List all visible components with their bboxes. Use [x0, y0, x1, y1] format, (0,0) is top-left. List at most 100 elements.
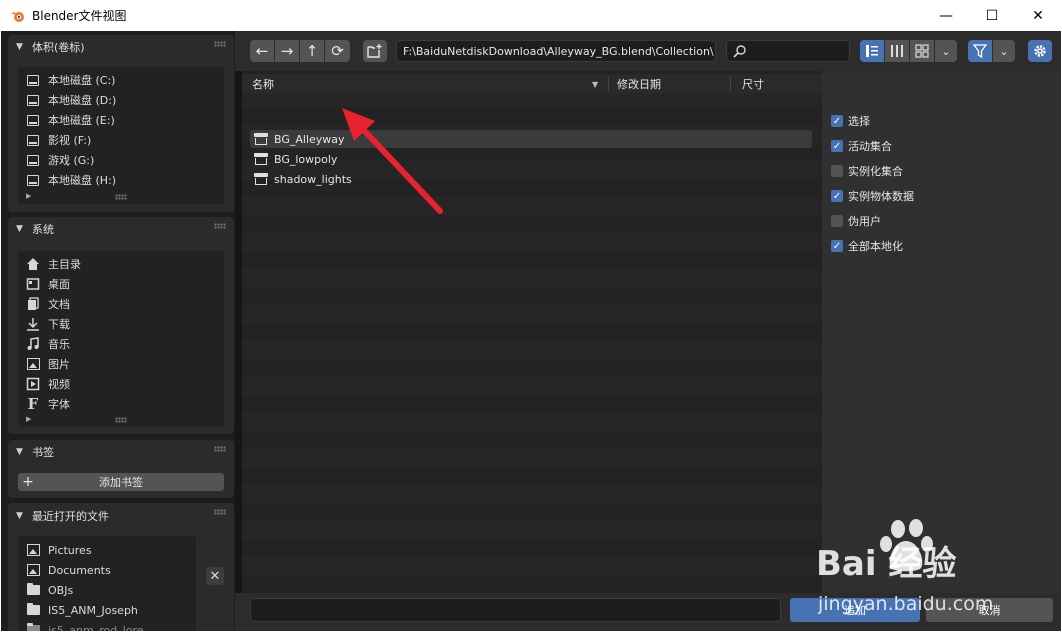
- checkbox-unchecked-icon[interactable]: [831, 215, 843, 227]
- sidebar-item-label: 字体: [48, 398, 70, 411]
- minimize-button[interactable]: —: [923, 0, 969, 31]
- option-instance-collections[interactable]: 实例化集合: [831, 162, 903, 180]
- list-resize-handle[interactable]: [115, 194, 127, 200]
- sidebar-item-desktop[interactable]: 桌面: [18, 274, 224, 294]
- column-name-header[interactable]: 名称: [252, 76, 274, 92]
- top-toolbar: ← → ↑ ⟳ F:\BaiduNetdiskDownload\Alleyway…: [235, 31, 1061, 71]
- recent-item-label: OBJs: [48, 583, 74, 597]
- settings-toggle-button[interactable]: [1028, 40, 1052, 62]
- system-panel-header[interactable]: ▼ 系统: [8, 217, 234, 241]
- sidebar-item-label: 影视 (F:): [48, 134, 92, 147]
- recent-item-label: is5_anm_rod_lore: [48, 623, 144, 632]
- system-panel-title: 系统: [32, 223, 54, 236]
- drag-grip-icon[interactable]: [214, 509, 226, 515]
- chevron-down-icon: ▼: [16, 511, 23, 521]
- sidebar-item-drive-f[interactable]: 影视 (F:): [18, 130, 224, 150]
- sidebar-item-label: 文档: [48, 298, 70, 311]
- horizontal-list-view-button[interactable]: [885, 40, 909, 62]
- sidebar-item-videos[interactable]: 视频: [18, 374, 224, 394]
- drag-grip-icon[interactable]: [214, 41, 226, 47]
- filter-funnel-icon: [973, 44, 987, 58]
- drag-grip-icon[interactable]: [214, 223, 226, 229]
- expand-list-icon[interactable]: ▶: [26, 192, 31, 200]
- sort-descending-icon[interactable]: ▼: [592, 80, 598, 89]
- clear-recent-button[interactable]: ✕: [206, 567, 224, 585]
- forward-button[interactable]: →: [275, 40, 299, 62]
- sidebar-item-label: 下载: [48, 318, 70, 331]
- maximize-button[interactable]: ☐: [969, 0, 1015, 31]
- recent-panel-header[interactable]: ▼ 最近打开的文件: [8, 503, 234, 529]
- sidebar-item-music[interactable]: 音乐: [18, 334, 224, 354]
- close-button[interactable]: ✕: [1015, 0, 1061, 31]
- display-settings-dropdown[interactable]: ⌄: [935, 40, 957, 62]
- option-active-collection[interactable]: ✓ 活动集合: [831, 137, 892, 155]
- checkbox-checked-icon[interactable]: ✓: [831, 190, 843, 202]
- recent-item-is5-anm-joseph[interactable]: IS5_ANM_Joseph: [18, 600, 196, 620]
- window-title: Blender文件视图: [32, 9, 127, 23]
- parent-directory-button[interactable]: ↑: [300, 40, 324, 62]
- sidebar-item-drive-g[interactable]: 游戏 (G:): [18, 150, 224, 170]
- sidebar-item-label: 本地磁盘 (E:): [48, 114, 115, 127]
- search-icon: [733, 45, 746, 58]
- drag-grip-icon[interactable]: [214, 446, 226, 452]
- option-label: 选择: [848, 115, 870, 128]
- recent-item-pictures[interactable]: Pictures: [18, 540, 196, 560]
- refresh-button[interactable]: ⟳: [325, 40, 350, 62]
- back-button[interactable]: ←: [250, 40, 274, 62]
- video-icon: [26, 377, 40, 391]
- bookmarks-panel: ▼ 书签 + 添加书签: [8, 440, 234, 498]
- folder-icon: [26, 603, 40, 617]
- gear-icon: [1034, 45, 1046, 57]
- bookmarks-panel-title: 书签: [32, 446, 54, 459]
- filter-settings-dropdown[interactable]: ⌄: [993, 40, 1015, 62]
- column-size-header[interactable]: 尺寸: [742, 76, 764, 92]
- option-label: 实例化集合: [848, 165, 903, 178]
- sidebar-item-downloads[interactable]: 下载: [18, 314, 224, 334]
- column-date-header[interactable]: 修改日期: [617, 76, 661, 92]
- recent-item-documents[interactable]: Documents: [18, 560, 196, 580]
- drive-icon: [26, 73, 40, 87]
- vertical-list-view-button[interactable]: [860, 40, 884, 62]
- expand-list-icon[interactable]: ▶: [26, 415, 31, 423]
- thumbnail-view-button[interactable]: [910, 40, 934, 62]
- arrow-left-icon: ←: [255, 42, 269, 60]
- sidebar-item-documents[interactable]: 文档: [18, 294, 224, 314]
- sidebar-item-fonts[interactable]: F 字体: [18, 394, 224, 414]
- filter-toggle-button[interactable]: [968, 40, 992, 62]
- directory-path-value: F:\BaiduNetdiskDownload\Alleyway_BG.blen…: [403, 44, 714, 58]
- file-row-bg-lowpoly[interactable]: BG_lowpoly: [250, 150, 812, 168]
- option-select[interactable]: ✓ 选择: [831, 112, 870, 130]
- list-resize-handle[interactable]: [115, 417, 127, 423]
- checkbox-checked-icon[interactable]: ✓: [831, 140, 843, 152]
- file-row-bg-alleyway[interactable]: BG_Alleyway: [250, 130, 812, 148]
- search-input[interactable]: [726, 40, 850, 62]
- option-instance-object-data[interactable]: ✓ 实例物体数据: [831, 187, 914, 205]
- sidebar-item-drive-h[interactable]: 本地磁盘 (H:): [18, 170, 224, 190]
- option-fake-user[interactable]: 伪用户: [831, 212, 881, 230]
- bookmarks-panel-header[interactable]: ▼ 书签: [8, 440, 234, 464]
- recent-item-is5-anm-rod-lore[interactable]: is5_anm_rod_lore: [18, 620, 196, 631]
- add-bookmark-button[interactable]: + 添加书签: [18, 473, 224, 491]
- file-row-shadow-lights[interactable]: shadow_lights: [250, 170, 812, 188]
- option-label: 活动集合: [848, 140, 892, 153]
- new-folder-button[interactable]: [363, 40, 387, 62]
- checkbox-checked-icon[interactable]: ✓: [831, 115, 843, 127]
- recent-list: Pictures Documents OBJs IS5_ANM_Joseph i…: [18, 536, 196, 631]
- recent-panel: ▼ 最近打开的文件 Pictures Documents OBJs IS5_AN…: [8, 503, 234, 631]
- recent-item-objs[interactable]: OBJs: [18, 580, 196, 600]
- sidebar-item-drive-e[interactable]: 本地磁盘 (E:): [18, 110, 224, 130]
- option-localize-all[interactable]: ✓ 全部本地化: [831, 237, 903, 255]
- sidebar-item-drive-d[interactable]: 本地磁盘 (D:): [18, 90, 224, 110]
- directory-path-input[interactable]: F:\BaiduNetdiskDownload\Alleyway_BG.blen…: [396, 40, 716, 62]
- system-panel: ▼ 系统 主目录 桌面 文档 下载 音乐 图片 视频 F 字体 ▶: [8, 217, 234, 434]
- checkbox-unchecked-icon[interactable]: [831, 165, 843, 177]
- file-browser: ▼ 体积(卷标) 本地磁盘 (C:) 本地磁盘 (D:) 本地磁盘 (E:) 影…: [1, 31, 1061, 631]
- sidebar-item-drive-c[interactable]: 本地磁盘 (C:): [18, 70, 224, 90]
- folder-icon: [26, 623, 40, 631]
- sidebar-item-pictures[interactable]: 图片: [18, 354, 224, 374]
- window-titlebar: Blender文件视图 — ☐ ✕: [0, 0, 1062, 31]
- filename-input[interactable]: [250, 598, 781, 622]
- volumes-panel-header[interactable]: ▼ 体积(卷标): [8, 35, 234, 59]
- sidebar-item-home[interactable]: 主目录: [18, 254, 224, 274]
- checkbox-checked-icon[interactable]: ✓: [831, 240, 843, 252]
